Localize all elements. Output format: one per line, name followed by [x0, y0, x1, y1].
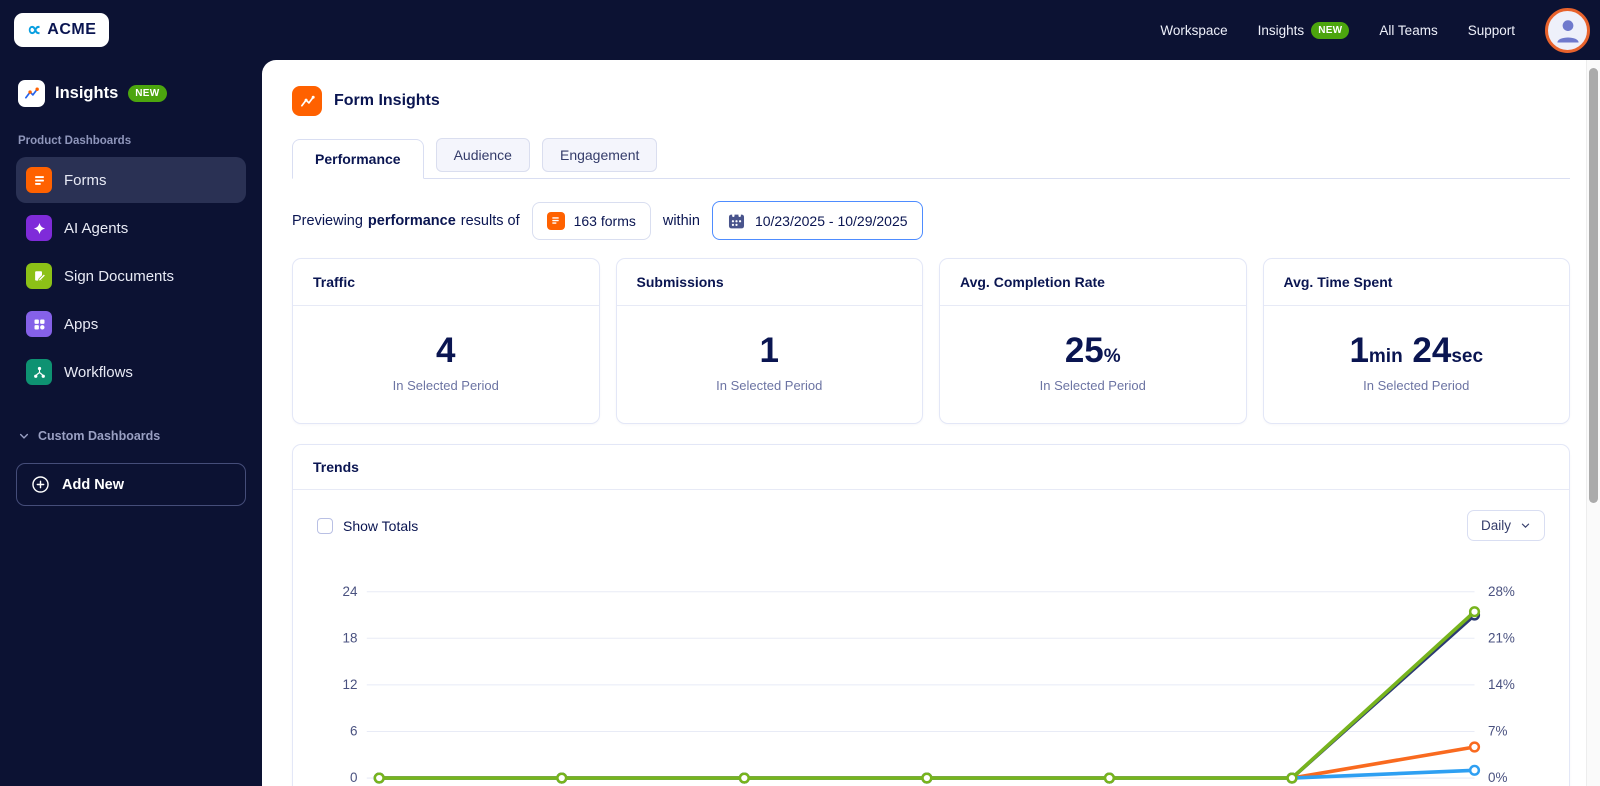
user-avatar[interactable] — [1545, 7, 1590, 53]
svg-text:0%: 0% — [1488, 770, 1507, 785]
acme-logo-text: ACME — [47, 21, 97, 38]
checkbox-box[interactable] — [317, 517, 333, 534]
acme-logo-icon: ∝ — [27, 19, 42, 41]
form-insights-icon — [292, 86, 322, 116]
stat-cards: Traffic 4 In Selected Period Submissions… — [292, 258, 1570, 424]
stat-card-completion-rate: Avg. Completion Rate 25% In Selected Per… — [939, 258, 1247, 424]
svg-text:18: 18 — [343, 630, 358, 645]
vertical-scrollbar[interactable] — [1586, 60, 1600, 786]
forms-icon — [26, 167, 52, 193]
svg-text:21%: 21% — [1488, 630, 1515, 645]
page-header: Form Insights — [292, 86, 1570, 116]
filter-label: Previewing performance results of — [292, 212, 520, 229]
add-new-button[interactable]: Add New — [16, 463, 246, 506]
stat-card-traffic: Traffic 4 In Selected Period — [292, 258, 600, 424]
svg-text:7%: 7% — [1488, 724, 1507, 739]
sidebar-new-badge: NEW — [128, 85, 167, 102]
date-range-button[interactable]: 10/23/2025 - 10/29/2025 — [711, 201, 923, 240]
sidebar-item-apps[interactable]: Apps — [16, 301, 246, 347]
completion-rate-value: 25% — [1064, 331, 1121, 370]
sidebar-item-workflows[interactable]: Workflows — [16, 349, 246, 395]
stat-card-submissions: Submissions 1 In Selected Period — [615, 258, 923, 424]
person-icon — [1556, 20, 1579, 43]
tab-audience[interactable]: Audience — [435, 138, 530, 172]
sidebar-item-forms[interactable]: Forms — [16, 157, 246, 203]
svg-text:12: 12 — [343, 677, 358, 692]
svg-text:14%: 14% — [1488, 677, 1515, 692]
stat-card-time-spent: Avg. Time Spent 1min 24sec In Selected P… — [1262, 258, 1570, 424]
sign-documents-icon — [26, 263, 52, 289]
traffic-value: 4 — [436, 331, 456, 370]
chevron-down-icon — [19, 433, 29, 439]
plus-circle-icon — [32, 476, 49, 493]
tab-engagement[interactable]: Engagement — [541, 138, 658, 172]
nav-link-support[interactable]: Support — [1468, 23, 1515, 38]
submissions-value: 1 — [759, 331, 779, 370]
trends-chart[interactable]: 2428%1821%1214%67%00%October 24, 2025Oct… — [293, 541, 1569, 786]
sidebar: Insights NEW Product Dashboards Forms AI… — [0, 60, 262, 786]
insights-icon — [18, 80, 45, 107]
trends-card: Trends Show Totals Daily 24 28% 18 21% 12 14%… — [292, 444, 1570, 786]
svg-text:6: 6 — [350, 724, 357, 739]
sidebar-title: Insights — [55, 84, 119, 102]
tab-performance[interactable]: Performance — [292, 139, 424, 179]
tab-bar: Performance Audience Engagement — [292, 138, 1570, 179]
sidebar-item-sign-documents[interactable]: Sign Documents — [16, 253, 246, 299]
svg-text:28%: 28% — [1488, 584, 1515, 599]
nav-link-insights[interactable]: Insights NEW — [1258, 21, 1350, 39]
sidebar-header: Insights NEW — [16, 78, 246, 125]
new-badge: NEW — [1311, 21, 1350, 39]
custom-dashboards-toggle[interactable]: Custom Dashboards — [18, 429, 244, 443]
time-spent-value: 1min 24sec — [1349, 331, 1484, 370]
trends-title: Trends — [293, 445, 1569, 490]
svg-text:24: 24 — [343, 584, 358, 599]
sidebar-item-ai-agents[interactable]: AI Agents — [16, 205, 246, 251]
workflows-icon — [26, 359, 52, 385]
apps-icon — [26, 311, 52, 337]
chevron-down-icon — [1521, 523, 1530, 529]
main-content: Form Insights Performance Audience Engag… — [262, 60, 1600, 786]
form-icon — [546, 211, 565, 230]
filter-row: Previewing performance results of 163 form… — [292, 201, 1570, 240]
interval-select[interactable]: Daily — [1466, 510, 1545, 541]
forms-count-button[interactable]: 163 forms — [531, 201, 651, 240]
nav-link-workspace[interactable]: Workspace — [1160, 23, 1227, 38]
top-navbar: ∝ ACME Workspace Insights NEW All Teams … — [0, 0, 1600, 60]
filter-within-text: within — [662, 212, 700, 229]
calendar-icon — [728, 212, 744, 229]
top-nav-links: Workspace Insights NEW All Teams Support — [1160, 7, 1590, 53]
page-title: Form Insights — [334, 92, 440, 109]
nav-link-all-teams[interactable]: All Teams — [1379, 23, 1437, 38]
ai-agents-icon — [26, 215, 52, 241]
scrollbar-thumb[interactable] — [1589, 68, 1598, 503]
show-totals-checkbox[interactable]: Show Totals — [317, 517, 418, 534]
svg-text:0: 0 — [350, 770, 357, 785]
sidebar-section-label: Product Dashboards — [18, 135, 132, 147]
acme-logo[interactable]: ∝ ACME — [14, 13, 110, 47]
